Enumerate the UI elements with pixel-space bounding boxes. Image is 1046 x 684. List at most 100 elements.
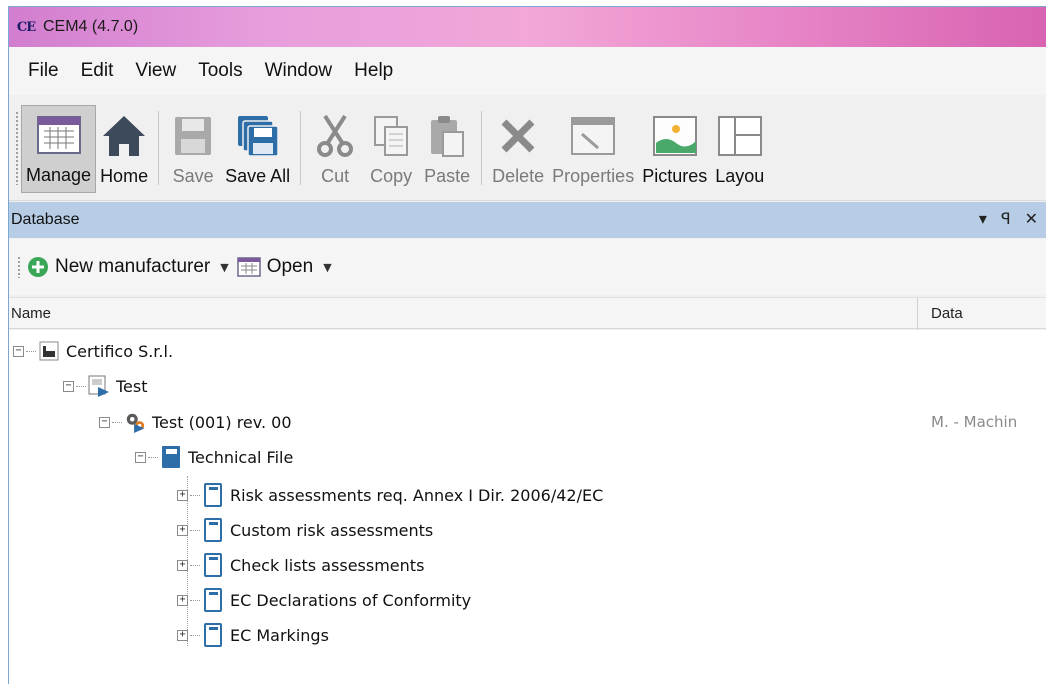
subtoolbar-grip[interactable]	[17, 256, 21, 278]
collapse-toggle[interactable]: −	[13, 345, 24, 357]
database-toolbar: New manufacturer ▼ Open ▼	[9, 239, 1046, 295]
binder-outline-icon	[202, 483, 224, 507]
open-grid-icon	[236, 257, 261, 277]
cut-button[interactable]: Cut	[307, 105, 363, 193]
database-panel-header: Database ▾ ꟼ ✕	[9, 202, 1046, 238]
tree-node-check-lists[interactable]: + Check lists assessments	[177, 548, 424, 582]
expand-toggle[interactable]: +	[177, 559, 188, 571]
save-all-label: Save All	[225, 166, 291, 186]
toolbar-grip[interactable]	[15, 111, 19, 185]
copy-label: Copy	[370, 166, 413, 186]
app-window: CE CEM4 (4.7.0) File Edit View Tools Win…	[8, 6, 1046, 684]
binder-outline-icon	[202, 518, 224, 542]
expand-toggle[interactable]: +	[177, 489, 188, 501]
new-manufacturer-dropdown-icon[interactable]: ▼	[220, 261, 228, 274]
toolbar-separator	[481, 111, 483, 185]
toolbar-separator	[300, 111, 302, 185]
save-label: Save	[172, 166, 214, 186]
tree-node-manufacturer[interactable]: − Certifico S.r.l.	[13, 334, 173, 368]
scissors-icon	[311, 112, 359, 160]
paste-label: Paste	[424, 166, 471, 186]
tree-node-technical-file[interactable]: − Technical File	[135, 440, 293, 474]
tree-node-label: Check lists assessments	[230, 555, 425, 575]
properties-label: Properties	[552, 166, 635, 186]
tree-node-custom-risk-assessments[interactable]: + Custom risk assessments	[177, 513, 433, 547]
new-manufacturer-label: New manufacturer	[55, 256, 211, 277]
floppy-disk-icon	[169, 112, 217, 160]
menu-bar: File Edit View Tools Window Help	[9, 47, 1046, 95]
properties-button[interactable]: Properties	[548, 105, 638, 193]
expand-toggle[interactable]: +	[177, 594, 188, 606]
tree-node-label: Test	[116, 376, 148, 396]
tree-node-label: EC Markings	[230, 625, 329, 645]
open-button[interactable]: Open	[236, 256, 314, 278]
gears-icon	[124, 411, 146, 433]
delete-button[interactable]: Delete	[488, 105, 548, 193]
title-bar[interactable]: CE CEM4 (4.7.0)	[9, 7, 1046, 47]
menu-window[interactable]: Window	[254, 56, 344, 86]
new-manufacturer-button[interactable]: New manufacturer	[27, 256, 210, 278]
home-button[interactable]: Home	[96, 105, 152, 193]
toolbar-separator	[158, 111, 160, 185]
paste-button[interactable]: Paste	[419, 105, 475, 193]
save-button[interactable]: Save	[165, 105, 221, 193]
tree-node-project[interactable]: − Test	[63, 369, 148, 403]
home-label: Home	[100, 166, 149, 186]
copy-button[interactable]: Copy	[363, 105, 419, 193]
close-icon[interactable]: ✕	[1025, 209, 1038, 228]
collapse-toggle[interactable]: −	[63, 380, 74, 392]
tree-node-label: EC Declarations of Conformity	[230, 590, 472, 610]
picture-icon	[651, 112, 699, 160]
expand-toggle[interactable]: +	[177, 629, 188, 641]
column-divider[interactable]	[917, 298, 918, 330]
binder-outline-icon	[202, 623, 224, 647]
open-label: Open	[266, 256, 314, 277]
delete-label: Delete	[492, 166, 545, 186]
tree-node-ec-declarations[interactable]: + EC Declarations of Conformity	[177, 583, 471, 617]
add-circle-icon	[28, 257, 48, 277]
expand-toggle[interactable]: +	[177, 524, 188, 536]
binder-outline-icon	[202, 553, 224, 577]
panel-title: Database	[11, 211, 80, 228]
manage-button[interactable]: Manage	[21, 105, 97, 193]
panel-controls: ▾ ꟼ ✕	[979, 209, 1038, 228]
menu-help[interactable]: Help	[343, 56, 404, 86]
layout-label: Layou	[715, 166, 765, 186]
menu-edit[interactable]: Edit	[70, 56, 125, 86]
menu-view[interactable]: View	[124, 56, 187, 86]
panel-dropdown-icon[interactable]: ▾	[979, 209, 987, 228]
save-all-icon	[234, 112, 282, 160]
pin-icon[interactable]: ꟼ	[1001, 209, 1011, 228]
manage-label: Manage	[26, 165, 92, 185]
project-play-icon	[88, 375, 110, 397]
binder-outline-icon	[202, 588, 224, 612]
tree-node-label: Risk assessments req. Annex I Dir. 2006/…	[230, 485, 604, 505]
column-data-header[interactable]: Data	[931, 305, 963, 322]
tree-node-label: Technical File	[188, 447, 294, 467]
tree-node-label: Custom risk assessments	[230, 520, 434, 540]
properties-icon	[569, 112, 617, 160]
tree-node-label: Certifico S.r.l.	[66, 341, 174, 361]
layout-icon	[716, 112, 764, 160]
window-title: CEM4 (4.7.0)	[43, 18, 139, 35]
ce-logo-icon: CE	[16, 19, 36, 35]
menu-file[interactable]: File	[17, 56, 70, 86]
delete-x-icon	[494, 112, 542, 160]
tree-node-machine[interactable]: − Test (001) rev. 00	[99, 405, 292, 439]
tree-node-risk-assessments[interactable]: + Risk assessments req. Annex I Dir. 200…	[177, 478, 603, 512]
cut-label: Cut	[321, 166, 350, 186]
layout-button[interactable]: Layou	[711, 105, 768, 193]
column-name-header[interactable]: Name	[11, 305, 51, 322]
tree-node-ec-markings[interactable]: + EC Markings	[177, 618, 329, 652]
database-tree: − Certifico S.r.l. − Test − Test (001) r…	[9, 330, 1046, 684]
collapse-toggle[interactable]: −	[135, 451, 146, 463]
pictures-button[interactable]: Pictures	[638, 105, 711, 193]
collapse-toggle[interactable]: −	[99, 416, 110, 428]
pictures-label: Pictures	[642, 166, 708, 186]
factory-icon	[38, 340, 60, 362]
save-all-button[interactable]: Save All	[221, 105, 294, 193]
blue-binder-icon	[160, 446, 182, 468]
menu-tools[interactable]: Tools	[187, 56, 253, 86]
calendar-grid-icon	[35, 111, 83, 159]
open-dropdown-icon[interactable]: ▼	[323, 261, 331, 274]
